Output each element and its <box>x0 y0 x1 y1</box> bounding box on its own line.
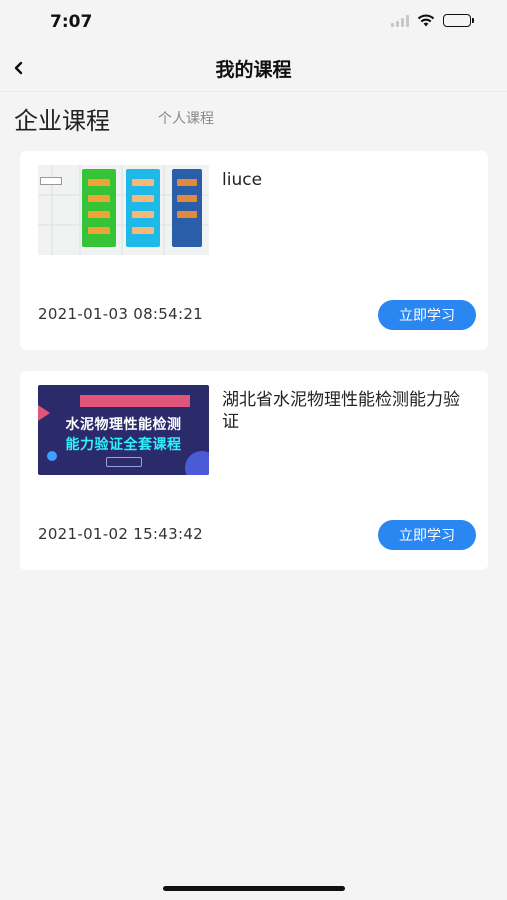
course-tabs: 企业课程 个人课程 <box>14 100 214 136</box>
diagram-label-box <box>40 177 62 185</box>
diagram-column-cyan <box>126 169 160 247</box>
diagram-column-green <box>82 169 116 247</box>
home-indicator[interactable] <box>163 886 345 891</box>
banner-top-strip <box>80 395 190 407</box>
tab-enterprise-courses[interactable]: 企业课程 <box>14 101 110 136</box>
battery-icon <box>443 14 474 27</box>
course-title[interactable]: liuce <box>222 169 470 191</box>
page-title: 我的课程 <box>215 59 292 81</box>
course-date: 2021-01-02 15:43:42 <box>38 525 204 543</box>
wifi-icon <box>417 14 435 27</box>
course-title[interactable]: 湖北省水泥物理性能检测能力验证 <box>222 389 470 433</box>
signal-icon <box>391 14 409 27</box>
status-bar: 7:07 <box>0 0 507 44</box>
banner-dot-decoration <box>47 451 57 461</box>
course-thumbnail <box>38 165 209 255</box>
course-date: 2021-01-03 08:54:21 <box>38 305 204 323</box>
diagram-column-blue <box>172 169 202 247</box>
course-card[interactable]: 水泥物理性能检测 能力验证全套课程 湖北省水泥物理性能检测能力验证 2021-0… <box>20 371 488 570</box>
status-time: 7:07 <box>50 12 93 32</box>
banner-corner-decoration <box>185 451 209 475</box>
course-thumbnail: 水泥物理性能检测 能力验证全套课程 <box>38 385 209 475</box>
nav-bar: 我的课程 <box>0 44 507 92</box>
status-icons <box>391 14 474 27</box>
banner-button-decoration <box>106 457 142 467</box>
tab-personal-courses[interactable]: 个人课程 <box>158 108 214 128</box>
start-learning-button[interactable]: 立即学习 <box>378 300 476 330</box>
banner-subheadline: 能力验证全套课程 <box>65 437 182 453</box>
start-learning-button[interactable]: 立即学习 <box>378 520 476 550</box>
course-card[interactable]: liuce 2021-01-03 08:54:21 立即学习 <box>20 151 488 350</box>
banner-headline: 水泥物理性能检测 <box>65 417 182 433</box>
